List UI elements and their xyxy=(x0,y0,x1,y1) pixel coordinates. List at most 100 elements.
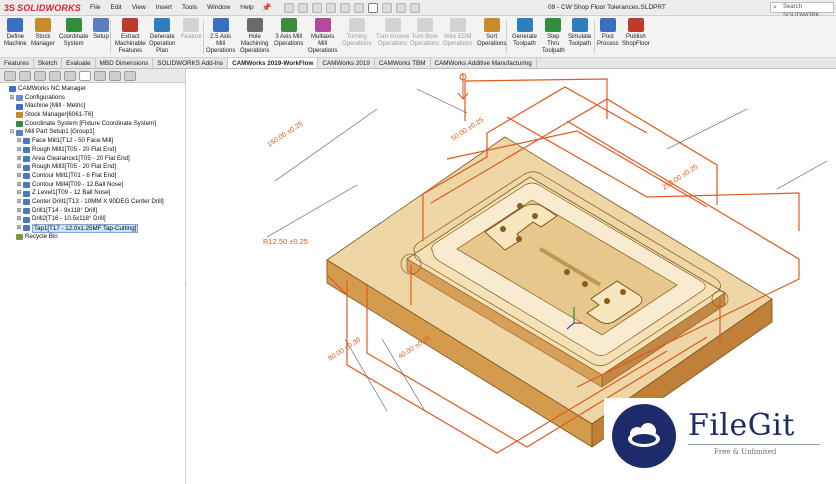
tree-node[interactable]: ⊞ Contour Mill1[T01 - 6 Flat End] xyxy=(0,172,185,181)
expand-toggle-icon[interactable]: ⊞ xyxy=(16,215,22,224)
select-icon[interactable] xyxy=(367,2,378,13)
tree-node[interactable]: ⊞ Rough Mill3[T05 - 20 Flat End] xyxy=(0,163,185,172)
camworks-nc-manager-tab-icon[interactable] xyxy=(124,71,136,81)
tab-camworks-additive-manufacturing[interactable]: CAMWorks Additive Manufacturing xyxy=(431,58,537,68)
turn-bore-operations-button[interactable]: Turn Bore Operations xyxy=(410,18,439,48)
expand-toggle-icon[interactable]: ⊞ xyxy=(16,163,22,172)
expand-toggle-icon[interactable]: ⊞ xyxy=(16,137,22,146)
expand-toggle-icon[interactable]: ⊞ xyxy=(9,94,15,103)
hole-machining-operations-button[interactable]: Hole Machining Operations xyxy=(240,18,269,55)
undo-icon[interactable] xyxy=(353,2,364,13)
wire-edm-operations-icon xyxy=(449,18,466,32)
menu-window[interactable]: Window xyxy=(207,4,230,11)
tree-node[interactable]: ⊞ Drill1[T14 - 9x118° Drill] xyxy=(0,207,185,216)
tree-node[interactable]: ⊞ Rough Mill1[T05 - 20 Flat End] xyxy=(0,146,185,155)
menu-insert[interactable]: Insert xyxy=(156,4,172,11)
search-input[interactable]: ⌕ Search SOLIDWORK xyxy=(770,2,834,19)
home-icon[interactable] xyxy=(283,2,294,13)
define-machine-button[interactable]: Define Machine xyxy=(4,18,27,48)
3-axis-mill-operations-button[interactable]: 3 Axis Mill Operations xyxy=(274,18,303,48)
tab-camworks-tbm[interactable]: CAMWorks TBM xyxy=(375,58,431,68)
tree-node[interactable]: CAMWorks NC Manager xyxy=(0,85,185,94)
tree-node-label: Configurations xyxy=(25,93,65,101)
camworks-operation-tree-tab-icon[interactable] xyxy=(94,71,106,81)
dimension-label: 50.00 ±0.25 xyxy=(450,117,485,143)
expand-toggle-icon[interactable]: ⊞ xyxy=(16,155,22,164)
expand-toggle-icon[interactable]: ⊞ xyxy=(16,224,22,233)
generate-operation-plan-button[interactable]: Generate Operation Plan xyxy=(149,18,175,55)
tree-node[interactable]: ⊞ Configurations xyxy=(0,94,185,103)
simulate-toolpath-button[interactable]: Simulate Toolpath xyxy=(568,18,591,48)
turn-groove-operations-button[interactable]: Turn Groove Operations xyxy=(376,18,409,48)
configuration-manager-tab-icon[interactable] xyxy=(34,71,46,81)
property-manager-tab-icon[interactable] xyxy=(19,71,31,81)
expand-toggle-icon[interactable]: ⊞ xyxy=(16,189,22,198)
menu-help[interactable]: Help xyxy=(240,4,253,11)
turning-operations-button[interactable]: Turning Operations xyxy=(342,18,371,48)
display-manager-tab-icon[interactable] xyxy=(64,71,76,81)
dimension-label: R12.50 ±0.25 xyxy=(263,237,308,246)
tab-features[interactable]: Features xyxy=(0,58,34,68)
tree-node[interactable]: ⊞ Face Mill1[T12 - 50 Face Mill] xyxy=(0,137,185,146)
wire-edm-operations-button[interactable]: Wire EDM Operations xyxy=(443,18,472,48)
expand-toggle-icon[interactable]: ⊞ xyxy=(16,181,22,190)
tab-mbd-dimensions[interactable]: MBD Dimensions xyxy=(96,58,154,68)
tree-node[interactable]: ⊞ Area Clearance1[T05 - 20 Flat End] xyxy=(0,155,185,164)
menu-view[interactable]: View xyxy=(132,4,146,11)
multiaxis-mill-operations-button[interactable]: Multiaxis Mill Operations xyxy=(308,18,337,55)
new-document-icon[interactable] xyxy=(297,2,308,13)
ribbon-label: 2.5 Axis Mill Operations xyxy=(206,34,236,54)
pin-icon[interactable]: 📌 xyxy=(262,3,272,12)
menu-file[interactable]: File xyxy=(90,4,100,11)
expand-toggle-icon[interactable]: ⊟ xyxy=(9,128,15,137)
open-icon[interactable] xyxy=(311,2,322,13)
rebuild-icon[interactable] xyxy=(381,2,392,13)
step-thru-toolpath-button[interactable]: Step Thru Toolpath xyxy=(542,18,565,55)
tab-evaluate[interactable]: Evaluate xyxy=(62,58,96,68)
print-icon[interactable] xyxy=(339,2,350,13)
generate-toolpath-button[interactable]: Generate Toolpath xyxy=(512,18,537,48)
tree-node[interactable]: ⊟ Mill Part Setup1 [Group1] xyxy=(0,128,185,137)
tree-node-label: Coordinate System [Fixture Coordinate Sy… xyxy=(25,119,157,127)
menu-tools[interactable]: Tools xyxy=(182,4,197,11)
solidworks-logo[interactable]: 3S SOLIDWORKS xyxy=(0,3,88,13)
feature-button[interactable]: Feature xyxy=(181,18,202,41)
tree-node[interactable]: Recycle Bin xyxy=(0,233,185,242)
tree-node[interactable]: Coordinate System [Fixture Coordinate Sy… xyxy=(0,120,185,129)
tree-node[interactable]: ⊞ Drill2[T16 - 10.5x118° Drill] xyxy=(0,215,185,224)
watermark-tagline: Free & Unlimited xyxy=(714,448,777,456)
save-icon[interactable] xyxy=(325,2,336,13)
extract-machinable-features-button[interactable]: Extract Machinable Features xyxy=(115,18,146,55)
camworks-feature-tree-tab-icon[interactable] xyxy=(79,71,91,81)
options-icon[interactable] xyxy=(409,2,420,13)
tab-camworks-2019[interactable]: CAMWorks 2019 xyxy=(318,58,375,68)
file-properties-icon[interactable] xyxy=(395,2,406,13)
menu-edit[interactable]: Edit xyxy=(110,4,121,11)
stock-manager-button[interactable]: Stock Manager xyxy=(31,18,55,48)
expand-toggle-icon[interactable]: ⊞ xyxy=(16,207,22,216)
tree-node[interactable]: ⊞ Tap1[T17 - 12.0x1.25MF Tap-Cutting] xyxy=(0,223,185,233)
tree-node[interactable]: Stock Manager[6061-T6] xyxy=(0,111,185,120)
expand-toggle-icon[interactable]: ⊞ xyxy=(16,198,22,207)
expand-toggle-icon[interactable]: ⊞ xyxy=(16,146,22,155)
tab-solidworks-add-ins[interactable]: SOLIDWORKS Add-Ins xyxy=(153,58,229,68)
post-process-button[interactable]: Post Process xyxy=(597,18,619,48)
search-icon: ⌕ xyxy=(773,4,777,11)
expand-toggle-icon[interactable]: ⊞ xyxy=(16,172,22,181)
tab-sketch[interactable]: Sketch xyxy=(34,58,63,68)
tab-camworks-2019-workflow[interactable]: CAMWorks 2019-WorkFlow xyxy=(228,58,319,68)
tree-node[interactable]: Machine [Mill - Metric] xyxy=(0,102,185,111)
coordinate-system-button[interactable]: Coordinate System xyxy=(59,18,88,48)
camworks-tool-tree-tab-icon[interactable] xyxy=(109,71,121,81)
dimxpert-tab-icon[interactable] xyxy=(49,71,61,81)
tree-node[interactable]: ⊞ Center Drill1[T13 - 10MM X 90DEG Center… xyxy=(0,198,185,207)
sort-operations-button[interactable]: Sort Operations xyxy=(477,18,506,48)
setup-button[interactable]: Setup xyxy=(93,18,109,41)
2-5-axis-mill-operations-button[interactable]: 2.5 Axis Mill Operations xyxy=(206,18,235,55)
ribbon-label: Turn Groove Operations xyxy=(376,34,410,47)
tree-node[interactable]: ⊞ Z Level1[T09 - 12 Ball Nose] xyxy=(0,189,185,198)
publish-shopfloor-button[interactable]: Publish ShopFloor xyxy=(622,18,650,48)
tree-node[interactable]: ⊞ Contour Mill4[T09 - 12 Ball Nose] xyxy=(0,181,185,190)
feature-manager-tab-icon[interactable] xyxy=(4,71,16,81)
step-thru-toolpath-icon xyxy=(545,18,562,32)
